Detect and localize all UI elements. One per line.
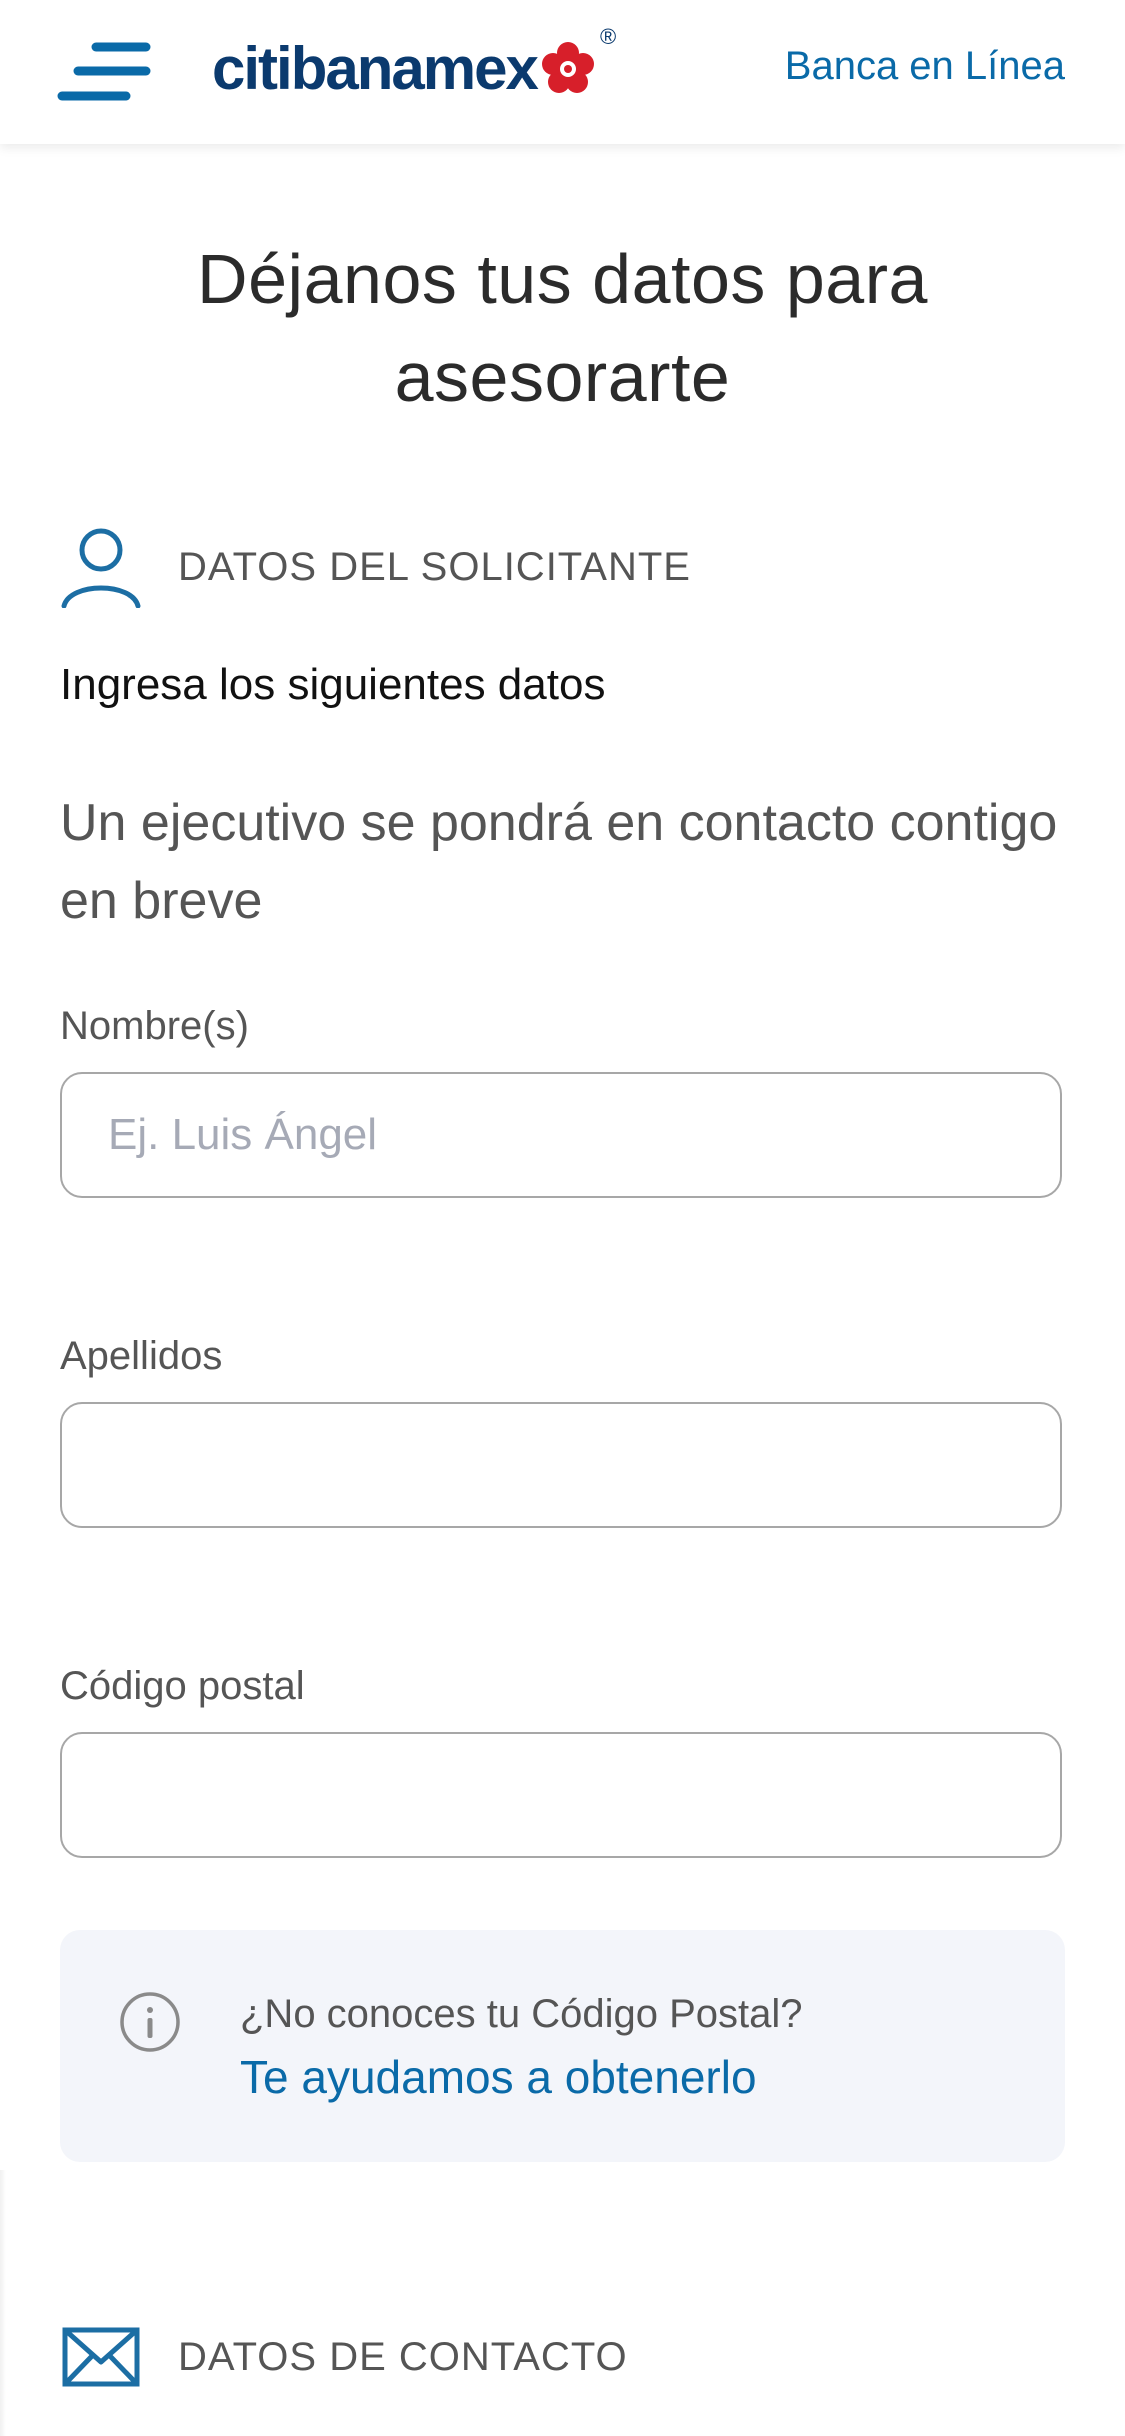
apellidos-input[interactable] [60, 1402, 1062, 1528]
edge-shadow [0, 2170, 6, 2436]
codigo-postal-input[interactable] [60, 1732, 1062, 1858]
postal-code-help-link[interactable]: Te ayudamos a obtenerlo [240, 2050, 757, 2104]
postal-code-help-box: ¿No conoces tu Código Postal? Te ayudamo… [60, 1930, 1065, 2162]
section-applicant-label: DATOS DEL SOLICITANTE [178, 544, 691, 589]
form-intro: Ingresa los siguientes datos [60, 660, 606, 709]
logo-wordmark: citibanamex [212, 35, 539, 102]
section-applicant-header: DATOS DEL SOLICITANTE [60, 522, 691, 612]
page-title-line-1: Déjanos tus datos para [197, 240, 928, 318]
nombre-label: Nombre(s) [60, 1004, 249, 1048]
app-header: citibanamex ® Banca en Línea [0, 0, 1125, 144]
info-icon [120, 1992, 180, 2052]
form-lead-text: Un ejecutivo se pondrá en contacto conti… [60, 794, 1058, 930]
nombre-input[interactable] [60, 1072, 1062, 1198]
citibanamex-logo[interactable]: citibanamex [212, 24, 597, 114]
flower-logo-icon [541, 42, 594, 93]
postal-code-help-question: ¿No conoces tu Código Postal? [240, 1992, 803, 2036]
section-contact-header: DATOS DE CONTACTO [60, 2312, 628, 2402]
section-contact-label: DATOS DE CONTACTO [178, 2334, 628, 2379]
apellidos-label: Apellidos [60, 1334, 223, 1378]
banca-en-linea-link[interactable]: Banca en Línea [785, 44, 1065, 89]
codigo-postal-label: Código postal [60, 1664, 305, 1708]
page-title: Déjanos tus datos para asesorarte [60, 230, 1065, 426]
menu-button[interactable] [56, 40, 152, 106]
user-icon [61, 528, 141, 608]
registered-mark: ® [600, 24, 617, 49]
envelope-icon [62, 2327, 140, 2387]
hamburger-icon [57, 42, 151, 101]
page-title-line-2: asesorarte [394, 338, 731, 416]
